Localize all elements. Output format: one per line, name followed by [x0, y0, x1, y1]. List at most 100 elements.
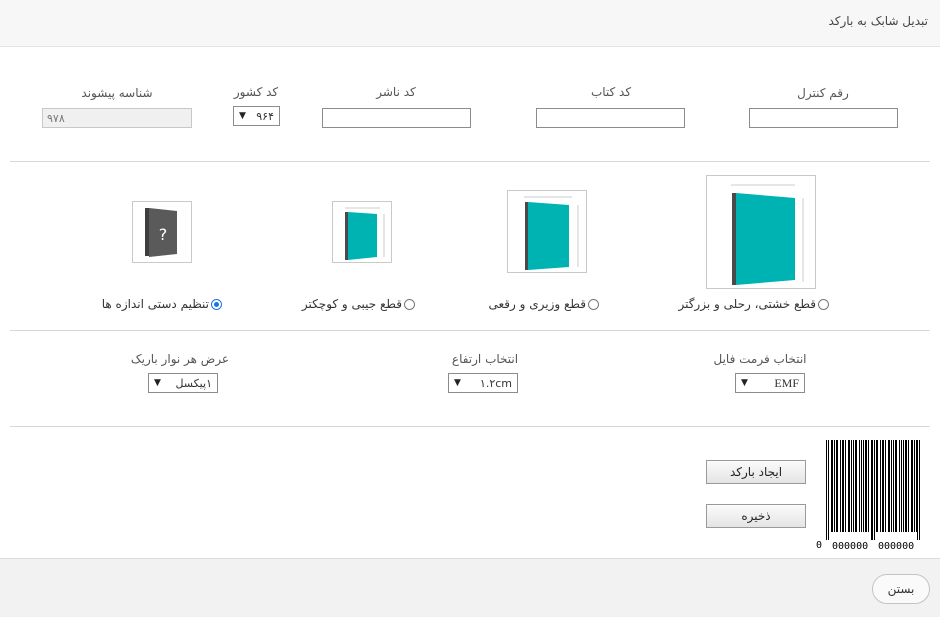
- save-button[interactable]: ذخیره: [706, 504, 806, 528]
- dialog-footer: [0, 558, 940, 617]
- barcode-bar: [848, 440, 849, 532]
- barcode-left-digits: 000000: [832, 541, 869, 552]
- chevron-down-icon: ▼: [154, 378, 161, 388]
- barcode-bar: [880, 440, 881, 532]
- barcode-bar: [842, 440, 843, 532]
- barcode-bar: [893, 440, 894, 532]
- size-option-medium[interactable]: قطع وزیری و رقعی: [489, 297, 599, 311]
- barcode-bar: [871, 440, 872, 540]
- radio-button[interactable]: [588, 298, 599, 310]
- barcode-bar: [883, 440, 884, 532]
- barcode-bar: [916, 440, 917, 532]
- chevron-down-icon: ▼: [454, 378, 461, 388]
- barcode-bar: [917, 440, 918, 540]
- barcode-bar: [885, 440, 886, 532]
- size-thumb-small[interactable]: [332, 201, 392, 263]
- barcode-bar: [889, 440, 890, 532]
- prefix-input: [42, 108, 192, 128]
- divider: [10, 330, 930, 331]
- size-option-small[interactable]: قطع جیبی و کوچکتر: [302, 297, 415, 311]
- barcode-bar: [911, 440, 912, 532]
- bar-width-value: ۱پیکسل: [175, 376, 212, 390]
- file-format-select[interactable]: EMF ▼: [735, 373, 805, 393]
- barcode-bar: [826, 440, 827, 540]
- barcode-bar: [888, 440, 889, 532]
- barcode-bar: [828, 440, 829, 540]
- book-medium-icon: [524, 196, 579, 270]
- barcode-bar: [899, 440, 900, 532]
- control-digit-label: رقم کنترل: [797, 86, 849, 100]
- barcode-bar: [831, 440, 832, 532]
- size-thumb-large[interactable]: [706, 175, 816, 289]
- barcode-bar: [903, 440, 904, 532]
- barcode-bar: [891, 440, 892, 532]
- radio-button-selected[interactable]: [211, 298, 222, 310]
- barcode-bar: [908, 440, 909, 532]
- bar-width-label: عرض هر نوار باریک: [130, 352, 230, 366]
- barcode-bar: [901, 440, 902, 532]
- barcode-bar: [859, 440, 860, 532]
- barcode-bar: [855, 440, 856, 532]
- barcode-bar: [866, 440, 867, 532]
- country-code-value: ۹۶۴: [256, 109, 274, 123]
- radio-button[interactable]: [818, 298, 829, 310]
- barcode-bar: [912, 440, 913, 532]
- publisher-code-label: کد ناشر: [376, 85, 416, 99]
- barcode-right-digits: 000000: [878, 541, 915, 552]
- height-value: ۱.۲cm: [479, 376, 512, 390]
- size-option-label: قطع جیبی و کوچکتر: [301, 297, 402, 311]
- bar-width-select[interactable]: ۱پیکسل ▼: [148, 373, 218, 393]
- barcode-bar: [876, 440, 877, 532]
- radio-button[interactable]: [404, 298, 415, 310]
- barcode-bar: [896, 440, 897, 532]
- barcode-bar: [834, 440, 835, 532]
- unknown-book-icon: ?: [145, 208, 177, 257]
- barcode-bar: [863, 440, 864, 532]
- size-thumb-custom[interactable]: ?: [132, 201, 192, 263]
- barcode-lead-digit: 0: [816, 540, 823, 551]
- barcode-bar: [914, 440, 915, 532]
- book-large-icon: [731, 184, 804, 285]
- barcode-bar: [843, 440, 844, 532]
- dialog-header: تبدیل شابک به بارکد: [0, 0, 940, 47]
- size-option-label: تنظیم دستی اندازه ها: [101, 297, 209, 311]
- book-small-icon: [345, 207, 385, 260]
- barcode-bar: [874, 440, 875, 540]
- book-code-input[interactable]: [536, 108, 685, 128]
- control-digit-input[interactable]: [749, 108, 898, 128]
- barcode-bar: [853, 440, 854, 532]
- barcode-bar: [832, 440, 833, 532]
- chevron-down-icon: ▼: [741, 378, 748, 388]
- size-thumb-medium[interactable]: [507, 190, 587, 273]
- size-option-large[interactable]: قطع خشتی، رحلی و بزرگتر: [678, 297, 829, 311]
- create-barcode-button[interactable]: ایجاد بارکد: [706, 460, 806, 484]
- divider: [10, 161, 930, 162]
- prefix-label: شناسه پیشوند: [81, 86, 153, 100]
- height-select[interactable]: ۱.۲cm ▼: [448, 373, 518, 393]
- country-code-label: کد کشور: [233, 85, 279, 99]
- barcode-bar: [872, 440, 873, 540]
- svg-text:?: ?: [159, 225, 168, 244]
- barcode-image: [826, 440, 920, 540]
- barcode-bar: [919, 440, 920, 540]
- barcode-bar: [882, 440, 883, 532]
- country-code-select[interactable]: ۹۶۴ ▼: [233, 106, 280, 126]
- barcode-bar: [845, 440, 846, 532]
- barcode-bar: [837, 440, 838, 532]
- file-format-label: انتخاب فرمت فایل: [713, 352, 807, 366]
- publisher-code-input[interactable]: [322, 108, 471, 128]
- size-option-label: قطع خشتی، رحلی و بزرگتر: [678, 297, 816, 311]
- barcode-bar: [906, 440, 907, 532]
- barcode-bar: [851, 440, 852, 532]
- barcode-bar: [861, 440, 862, 532]
- size-option-custom[interactable]: تنظیم دستی اندازه ها: [102, 297, 222, 311]
- barcode-bar: [905, 440, 906, 532]
- barcode-bar: [895, 440, 896, 532]
- barcode-bar: [856, 440, 857, 532]
- file-format-value: EMF: [774, 375, 799, 390]
- chevron-down-icon: ▼: [239, 111, 246, 121]
- divider: [10, 426, 930, 427]
- barcode-bar: [836, 440, 837, 532]
- dialog-title: تبدیل شابک به بارکد: [828, 14, 929, 28]
- close-button[interactable]: بستن: [872, 574, 930, 604]
